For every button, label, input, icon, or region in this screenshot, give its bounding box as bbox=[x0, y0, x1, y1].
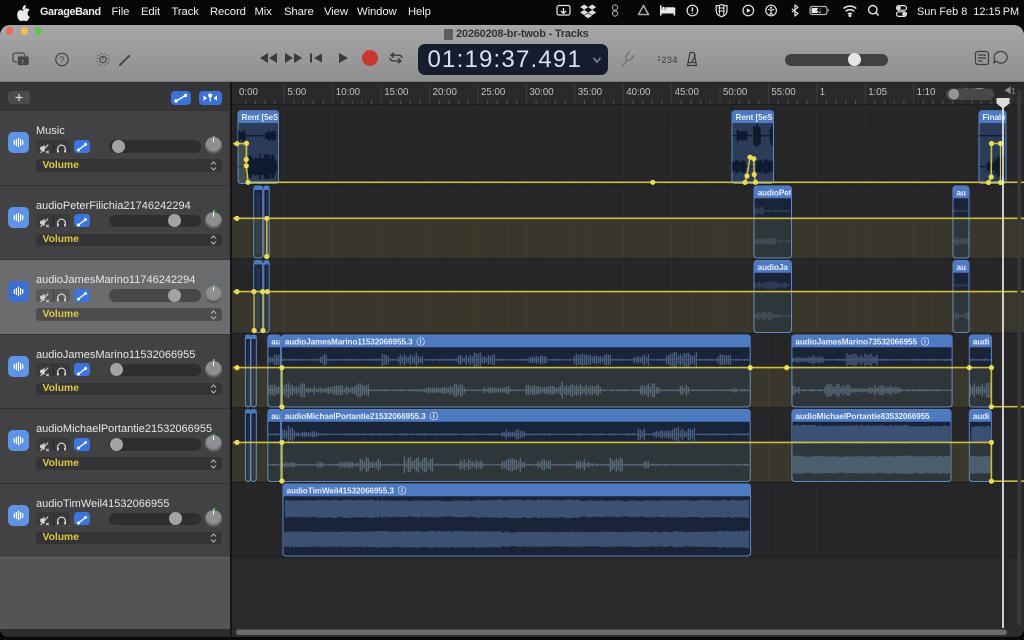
svg-text:audioTimWeil41532066955.3 ⓘ: audioTimWeil41532066955.3 ⓘ bbox=[287, 486, 407, 496]
svg-text:au: au bbox=[271, 412, 280, 421]
svg-text:15:00: 15:00 bbox=[384, 87, 409, 98]
svg-text:25:00: 25:00 bbox=[481, 87, 506, 98]
svg-text:35:00: 35:00 bbox=[578, 87, 603, 98]
svg-text:audioJamesMarino73532066955 ⓘ: audioJamesMarino73532066955 ⓘ bbox=[795, 337, 930, 347]
svg-text:audi: audi bbox=[973, 412, 989, 421]
svg-text:5:00: 5:00 bbox=[287, 87, 306, 98]
svg-text:10:00: 10:00 bbox=[336, 87, 361, 98]
svg-text:♪: ♪ bbox=[21, 57, 25, 66]
svg-text:audioMichaelPortantie215320669: audioMichaelPortantie21532066955.3 ⓘ bbox=[285, 411, 439, 421]
svg-text:55:00: 55:00 bbox=[771, 87, 796, 98]
svg-text:0:00: 0:00 bbox=[239, 87, 258, 98]
svg-text:50:00: 50:00 bbox=[723, 87, 748, 98]
svg-text:au: au bbox=[957, 263, 966, 272]
svg-text:Rent [5eS: Rent [5eS bbox=[736, 113, 774, 122]
svg-text:au: au bbox=[957, 189, 966, 198]
svg-text:audi: audi bbox=[973, 338, 989, 347]
svg-text:au: au bbox=[271, 338, 280, 347]
svg-text:45:00: 45:00 bbox=[675, 87, 700, 98]
svg-text:audioMichaelPortantie835320669: audioMichaelPortantie83532066955 bbox=[795, 412, 930, 421]
svg-text:audioJa: audioJa bbox=[758, 263, 789, 272]
svg-text:1:05: 1:05 bbox=[868, 87, 887, 98]
svg-text:1:10: 1:10 bbox=[917, 87, 936, 98]
svg-text:audioPet: audioPet bbox=[758, 189, 792, 198]
svg-text:?: ? bbox=[59, 55, 64, 66]
svg-text:audioJamesMarino11532066955.3: audioJamesMarino11532066955.3 ⓘ bbox=[285, 337, 426, 347]
svg-text:1: 1 bbox=[820, 87, 825, 98]
svg-text:40:00: 40:00 bbox=[626, 87, 651, 98]
svg-text:20:00: 20:00 bbox=[433, 87, 458, 98]
svg-text:Rent [5eS: Rent [5eS bbox=[242, 113, 280, 122]
svg-text:30:00: 30:00 bbox=[529, 87, 554, 98]
svg-text:1: 1 bbox=[1011, 86, 1016, 96]
